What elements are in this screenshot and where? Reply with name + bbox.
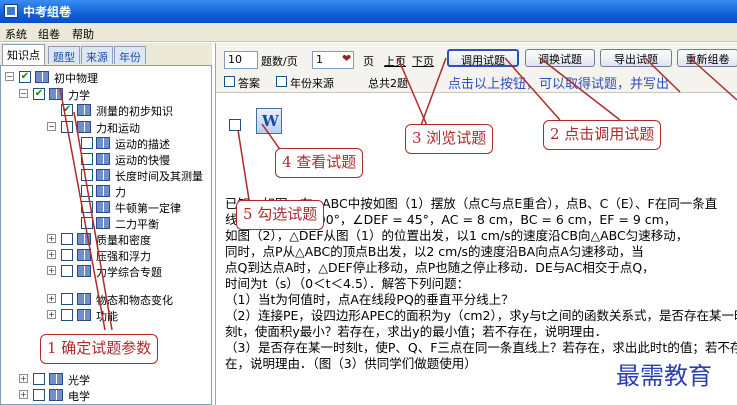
callout-step-1: 1 确定试题参数 [40, 334, 159, 364]
callout-step-2: 2 点击调用试题 [543, 120, 662, 150]
callout-step-3: 3 浏览试题 [405, 124, 494, 154]
callout-step-4: 4 查看试题 [275, 148, 364, 178]
callout-step-5: 5 勾选试题 [236, 200, 325, 230]
watermark-logo: 最需教育 [616, 362, 712, 390]
